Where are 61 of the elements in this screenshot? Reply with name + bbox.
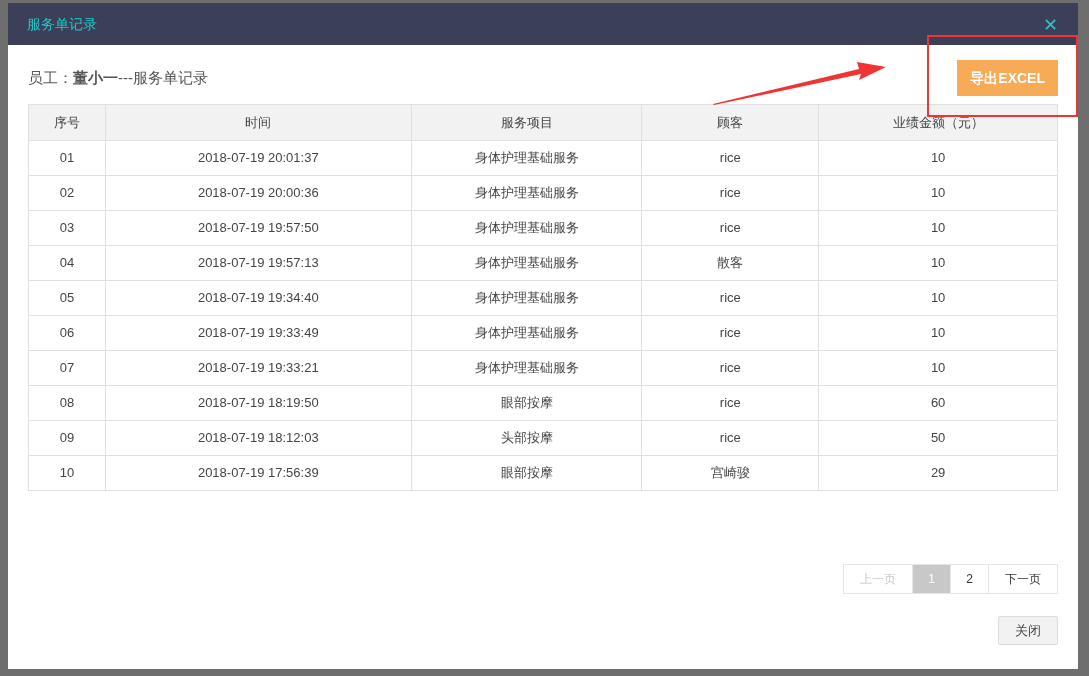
table-cell-text: 10	[929, 254, 947, 273]
page-button[interactable]: 2	[951, 564, 989, 594]
table-cell-text: 10	[929, 289, 947, 308]
table-cell: 2018-07-19 19:33:49	[105, 316, 412, 350]
table-cell: 02	[29, 176, 106, 210]
table-cell: 身体护理基础服务	[411, 246, 643, 280]
table-cell: rice	[642, 141, 820, 175]
table-cell: rice	[642, 351, 820, 385]
table-cell-text: 10	[929, 184, 947, 203]
table-cell: 04	[29, 246, 106, 280]
dialog-title: 服务单记录	[27, 14, 97, 34]
table-cell: 2018-07-19 20:00:36	[105, 176, 412, 210]
table-cell: 身体护理基础服务	[411, 316, 643, 350]
table-cell: 01	[29, 141, 106, 175]
table-cell: 身体护理基础服务	[411, 211, 643, 245]
table-cell-text: 10	[929, 359, 947, 378]
table-cell: 03	[29, 211, 106, 245]
table-cell: 06	[29, 316, 106, 350]
table-cell: rice	[642, 211, 820, 245]
table-cell: rice	[642, 386, 820, 420]
table-cell: 头部按摩	[411, 421, 643, 455]
table-cell: 宫崎骏	[642, 456, 820, 490]
table-cell-text: 10	[929, 324, 947, 343]
table-cell-text: 50	[929, 429, 947, 448]
table-cell: 身体护理基础服务	[411, 176, 643, 210]
column-header: 服务项目	[411, 105, 643, 140]
table-cell: 2018-07-19 17:56:39	[105, 456, 412, 490]
table-cell: rice	[642, 316, 820, 350]
table-cell: rice	[642, 421, 820, 455]
table-cell-text: 60	[929, 394, 947, 413]
column-header: 顾客	[642, 105, 820, 140]
table-cell: 2018-07-19 18:12:03	[105, 421, 412, 455]
table-cell-text: 29	[929, 464, 947, 483]
next-page-button[interactable]: 下一页	[989, 564, 1058, 594]
column-header: 时间	[105, 105, 412, 140]
column-header: 业绩金额（元）	[891, 113, 985, 132]
table-cell: 2018-07-19 19:57:13	[105, 246, 412, 280]
employee-heading: 员工：董小一---服务单记录	[28, 67, 208, 88]
table-cell: 05	[29, 281, 106, 315]
table-cell: 2018-07-19 19:34:40	[105, 281, 412, 315]
table-cell: 身体护理基础服务	[411, 281, 643, 315]
close-button[interactable]: ✕	[1043, 16, 1058, 34]
table-cell: rice	[642, 176, 820, 210]
table-cell: 身体护理基础服务	[411, 141, 643, 175]
table-cell: 眼部按摩	[411, 456, 643, 490]
table-cell: 08	[29, 386, 106, 420]
table-cell: 2018-07-19 19:33:21	[105, 351, 412, 385]
table-cell: 2018-07-19 18:19:50	[105, 386, 412, 420]
table-cell-text: 10	[929, 219, 947, 238]
table-cell: 10	[29, 456, 106, 490]
table-cell: 2018-07-19 20:01:37	[105, 141, 412, 175]
table-cell: rice	[642, 281, 820, 315]
table-cell: 07	[29, 351, 106, 385]
close-dialog-button[interactable]: 关闭	[998, 616, 1058, 645]
table-cell: 眼部按摩	[411, 386, 643, 420]
table-cell: 散客	[642, 246, 820, 280]
table-cell: 09	[29, 421, 106, 455]
table-cell-text: 10	[929, 149, 947, 168]
table-cell: 2018-07-19 19:57:50	[105, 211, 412, 245]
column-header: 序号	[29, 105, 106, 140]
table-cell: 身体护理基础服务	[411, 351, 643, 385]
